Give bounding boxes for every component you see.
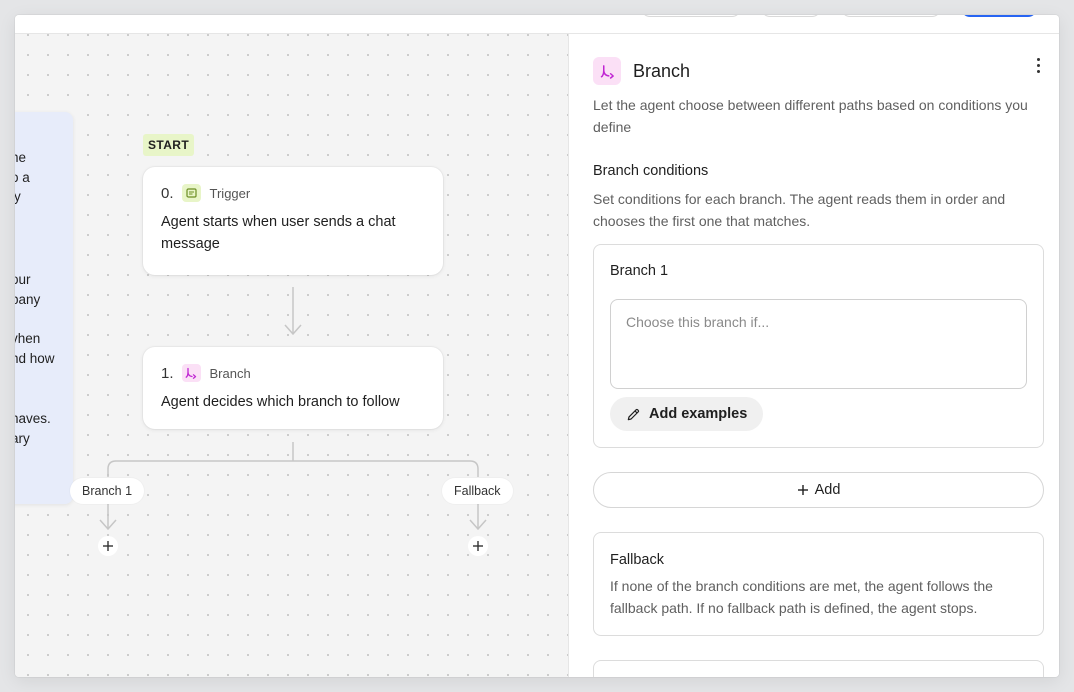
panel-header: Branch <box>593 57 690 85</box>
edge-label-branch-1[interactable]: Branch 1 <box>70 478 145 504</box>
trigger-node[interactable]: 0. Trigger Agent starts when user sends … <box>143 167 443 275</box>
branch-condition-input[interactable] <box>610 299 1027 389</box>
plus-icon <box>103 541 113 551</box>
panel-description: Let the agent choose between different p… <box>593 97 1028 135</box>
publish-button[interactable] <box>961 15 1037 17</box>
node-number: 1. <box>161 364 174 382</box>
toolbar-button[interactable] <box>641 15 741 17</box>
branch-node[interactable]: 1. Branch Agent decides which branch to … <box>143 347 443 429</box>
toolbar-button[interactable] <box>841 15 941 17</box>
panel-title: Branch <box>633 60 691 81</box>
more-options-icon[interactable] <box>1029 54 1047 76</box>
top-toolbar <box>15 15 1059 34</box>
plus-icon <box>797 485 808 495</box>
node-type-label: Trigger <box>209 185 251 201</box>
fallback-title: Fallback <box>610 552 664 568</box>
branch-settings-panel: Branch Let the agent choose between diff… <box>568 34 1059 677</box>
node-type-label: Branch <box>209 365 251 381</box>
add-branch-button[interactable]: Add <box>593 472 1044 508</box>
branch-conditions-title: Branch conditions <box>593 163 709 179</box>
edge-label-fallback[interactable]: Fallback <box>442 478 513 504</box>
branch-icon <box>181 364 201 382</box>
node-description: Agent starts when user sends a chat mess… <box>161 214 396 252</box>
branch-card-title: Branch 1 <box>610 263 669 279</box>
add-branch-label: Add <box>814 482 841 498</box>
plus-icon <box>473 541 483 551</box>
node-description: Agent decides which branch to follow <box>161 394 400 410</box>
branch-icon <box>593 57 621 85</box>
add-step-branch-1-button[interactable] <box>98 536 118 556</box>
add-examples-label: Add examples <box>649 406 748 422</box>
node-number: 0. <box>161 184 174 202</box>
add-examples-button[interactable]: Add examples <box>610 397 764 431</box>
branch-conditions-description: Set conditions for each branch. The agen… <box>593 191 1006 229</box>
add-step-fallback-button[interactable] <box>468 536 488 556</box>
chat-icon <box>181 184 201 202</box>
branch-condition-card: Branch 1 Add examples <box>593 244 1044 448</box>
start-badge: START <box>143 134 195 156</box>
pencil-icon <box>627 408 640 420</box>
app-window: he o a ly our pany vhen nd how haves. ar… <box>15 15 1059 677</box>
workflow-canvas[interactable]: he o a ly our pany vhen nd how haves. ar… <box>15 34 568 677</box>
next-card <box>593 660 1044 677</box>
fallback-description: If none of the branch conditions are met… <box>610 578 993 616</box>
fallback-card: Fallback If none of the branch condition… <box>593 532 1044 636</box>
toolbar-button[interactable] <box>761 15 821 17</box>
